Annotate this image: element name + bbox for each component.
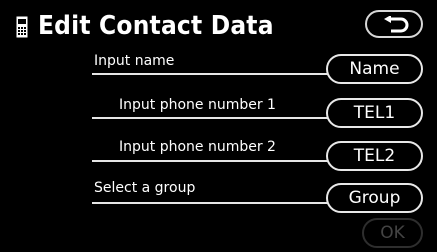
row-divider <box>92 73 330 75</box>
group-button[interactable]: Group <box>326 183 423 213</box>
select-group-label: Select a group <box>94 180 196 196</box>
tel1-button[interactable]: TEL1 <box>326 98 423 128</box>
tel2-button[interactable]: TEL2 <box>326 141 423 171</box>
name-button[interactable]: Name <box>326 54 423 84</box>
input-phone-number-2-label: Input phone number 2 <box>119 139 276 155</box>
back-button[interactable] <box>365 10 423 38</box>
input-phone-number-1-label: Input phone number 1 <box>119 97 276 113</box>
ok-button[interactable]: OK <box>362 218 423 248</box>
input-name-label: Input name <box>94 53 175 69</box>
page-title: Edit Contact Data <box>38 11 274 41</box>
return-arrow-icon <box>384 16 409 33</box>
phone-book-icon <box>16 16 28 38</box>
row-divider <box>92 202 330 204</box>
row-divider <box>92 117 330 119</box>
edit-contact-screen: Edit Contact Data Input name Name Input … <box>0 0 437 252</box>
row-divider <box>92 160 330 162</box>
